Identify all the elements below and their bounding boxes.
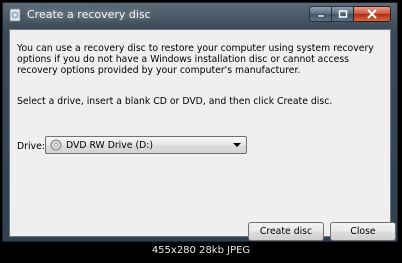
dialog-body: You can use a recovery disc to restore y… [9,29,396,241]
close-icon [367,9,377,19]
maximize-button[interactable] [331,6,353,22]
instruction-text: Select a drive, insert a blank CD or DVD… [17,96,333,107]
description-text: You can use a recovery disc to restore y… [17,43,374,76]
recovery-disc-app-icon [9,8,21,22]
maximize-icon [338,10,347,18]
dvd-drive-icon [50,139,62,151]
drive-select[interactable]: DVD RW Drive (D:) [45,136,247,154]
title-bar[interactable]: Create a recovery disc [3,3,397,27]
close-window-button[interactable] [353,6,391,22]
image-caption: 455x280 28kb JPEG [151,245,251,256]
close-button[interactable]: Close [330,222,396,241]
minimize-button[interactable] [309,6,331,22]
drive-label: Drive: [17,141,45,152]
caption-buttons [309,6,391,24]
chevron-down-icon [233,143,241,147]
window-title: Create a recovery disc [27,8,151,21]
dialog-window: Create a recovery disc You can use a rec… [2,2,398,242]
create-disc-button[interactable]: Create disc [248,222,324,241]
minimize-icon [317,14,324,18]
drive-select-value: DVD RW Drive (D:) [66,140,153,151]
